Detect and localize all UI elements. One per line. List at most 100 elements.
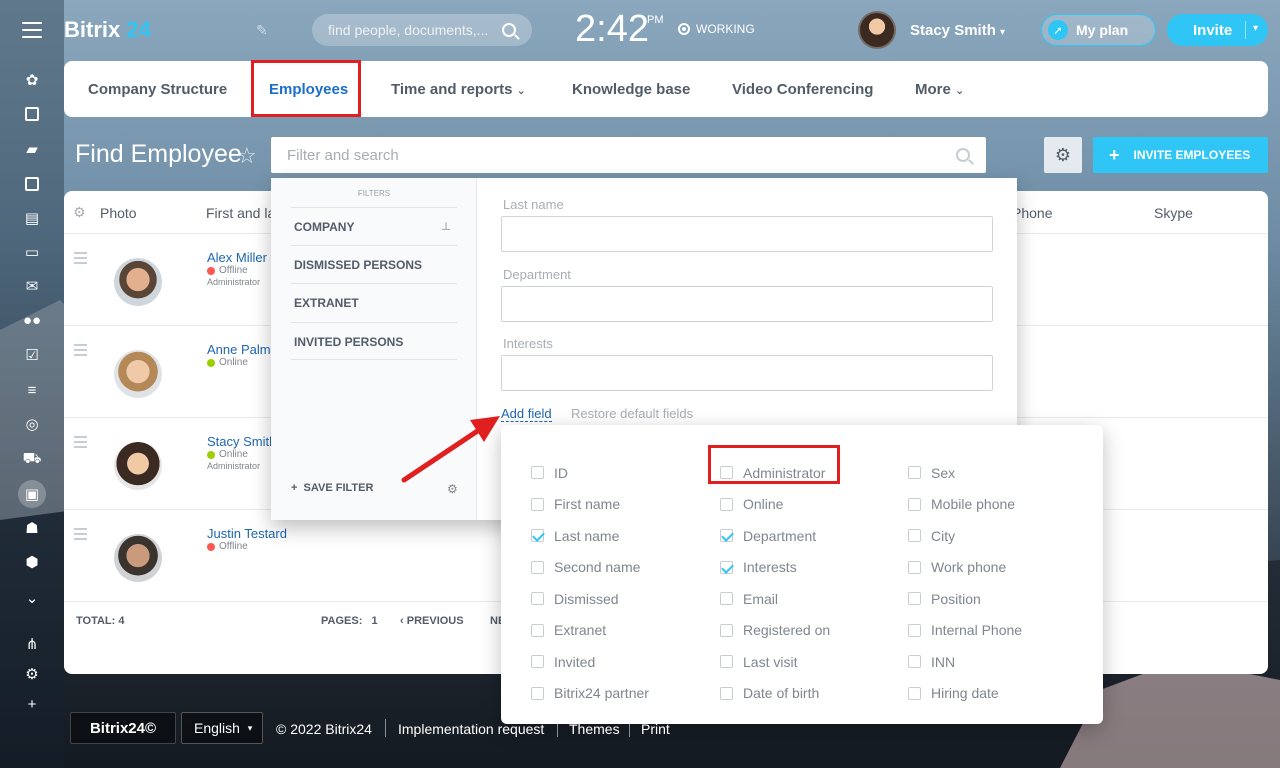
field-option-registered-on[interactable]: Registered on bbox=[720, 615, 830, 647]
tab-more[interactable]: More ⌄ bbox=[915, 81, 964, 98]
checkbox[interactable] bbox=[531, 623, 544, 637]
field-option-inn[interactable]: INN bbox=[908, 646, 1022, 678]
field-option-city[interactable]: City bbox=[908, 520, 1022, 552]
gear-icon[interactable]: ⚙ bbox=[73, 204, 86, 221]
tab-video-conferencing[interactable]: Video Conferencing bbox=[732, 81, 873, 98]
invite-button[interactable]: Invite ▾ bbox=[1167, 14, 1268, 46]
add-icon[interactable]: + bbox=[20, 692, 44, 716]
print-link[interactable]: Print bbox=[641, 721, 670, 737]
drag-handle-icon[interactable] bbox=[74, 252, 87, 267]
field-option-position[interactable]: Position bbox=[908, 583, 1022, 615]
search-icon[interactable] bbox=[502, 23, 516, 37]
filter-search[interactable] bbox=[271, 137, 986, 173]
tasks-icon[interactable] bbox=[20, 102, 44, 126]
checkbox[interactable] bbox=[720, 497, 733, 511]
employees-icon[interactable]: ●● bbox=[20, 308, 44, 332]
preset-dismissed[interactable]: DISMISSED PERSONS bbox=[291, 245, 457, 283]
field-option-last-name[interactable]: Last name bbox=[531, 520, 649, 552]
field-option-last-visit[interactable]: Last visit bbox=[720, 646, 830, 678]
interests-field[interactable] bbox=[501, 355, 993, 391]
save-filter-button[interactable]: + SAVE FILTER bbox=[291, 482, 373, 494]
drag-handle-icon[interactable] bbox=[74, 436, 87, 451]
user-avatar[interactable] bbox=[858, 11, 896, 49]
bitrix-logo[interactable]: Bitrix 24 bbox=[64, 17, 151, 43]
menu-icon[interactable] bbox=[22, 22, 42, 38]
field-option-first-name[interactable]: First name bbox=[531, 489, 649, 521]
field-option-internal-phone[interactable]: Internal Phone bbox=[908, 615, 1022, 647]
field-option-id[interactable]: ID bbox=[531, 457, 649, 489]
gear-icon[interactable]: ⚙ bbox=[447, 482, 458, 496]
field-option-bitrix24-partner[interactable]: Bitrix24 partner bbox=[531, 678, 649, 710]
field-option-dismissed[interactable]: Dismissed bbox=[531, 583, 649, 615]
drag-handle-icon[interactable] bbox=[74, 528, 87, 543]
employee-name[interactable]: Stacy Smith bbox=[207, 434, 276, 449]
employee-name[interactable]: Justin Testard bbox=[207, 526, 287, 541]
employee-name[interactable]: Anne Palme bbox=[207, 342, 278, 357]
sitemap-icon[interactable]: ⋔ bbox=[20, 632, 44, 656]
checkbox[interactable] bbox=[531, 560, 544, 574]
checkbox[interactable] bbox=[720, 560, 733, 574]
column-header[interactable]: Skype bbox=[1154, 205, 1193, 221]
checkbox[interactable] bbox=[908, 560, 921, 574]
chat-icon[interactable]: ▰ bbox=[20, 137, 44, 161]
column-header[interactable]: First and la bbox=[206, 205, 275, 221]
column-header[interactable]: Phone bbox=[1012, 205, 1052, 221]
preset-extranet[interactable]: EXTRANET bbox=[291, 283, 457, 321]
feed-icon[interactable]: ✿ bbox=[20, 68, 44, 92]
checkbox[interactable] bbox=[531, 466, 544, 480]
document-icon[interactable]: ▤ bbox=[20, 206, 44, 230]
checkbox[interactable] bbox=[720, 529, 733, 543]
field-option-date-of-birth[interactable]: Date of birth bbox=[720, 678, 830, 710]
more-chevron-icon[interactable]: ⌄ bbox=[20, 586, 44, 610]
star-icon[interactable]: ☆ bbox=[237, 143, 257, 169]
tab-company-structure[interactable]: Company Structure bbox=[88, 81, 227, 98]
field-option-second-name[interactable]: Second name bbox=[531, 552, 649, 584]
global-search-input[interactable] bbox=[328, 22, 496, 38]
checkbox[interactable] bbox=[531, 497, 544, 511]
field-option-extranet[interactable]: Extranet bbox=[531, 615, 649, 647]
search-icon[interactable] bbox=[956, 148, 970, 162]
checklist-icon[interactable]: ☑ bbox=[20, 343, 44, 367]
settings-icon[interactable]: ⚙ bbox=[20, 662, 44, 686]
field-option-department[interactable]: Department bbox=[720, 520, 830, 552]
user-menu[interactable]: Stacy Smith ▾ bbox=[910, 22, 1005, 39]
column-header[interactable]: Photo bbox=[100, 205, 137, 221]
my-plan-button[interactable]: ➚ My plan bbox=[1041, 14, 1156, 46]
checkbox[interactable] bbox=[531, 529, 544, 543]
field-option-hiring-date[interactable]: Hiring date bbox=[908, 678, 1022, 710]
box-icon[interactable]: ⬢ bbox=[20, 550, 44, 574]
contact-card-icon[interactable]: ▣ bbox=[18, 480, 46, 508]
cart-icon[interactable]: ⛟ bbox=[20, 447, 44, 471]
preset-invited[interactable]: INVITED PERSONS bbox=[291, 322, 457, 360]
global-search[interactable] bbox=[312, 14, 532, 46]
checkbox[interactable] bbox=[908, 623, 921, 637]
field-option-online[interactable]: Online bbox=[720, 489, 830, 521]
checkbox[interactable] bbox=[908, 655, 921, 669]
previous-page-button[interactable]: ‹ PREVIOUS bbox=[400, 615, 464, 627]
last-name-field[interactable] bbox=[501, 216, 993, 252]
drive-icon[interactable]: ▭ bbox=[20, 240, 44, 264]
restore-default-fields-link[interactable]: Restore default fields bbox=[571, 406, 693, 421]
calendar-icon[interactable] bbox=[20, 172, 44, 196]
preset-company[interactable]: COMPANY ⊥ bbox=[291, 207, 457, 245]
employee-name[interactable]: Alex Miller bbox=[207, 250, 267, 265]
implementation-request-link[interactable]: Implementation request bbox=[398, 721, 544, 737]
tab-time-and-reports[interactable]: Time and reports ⌄ bbox=[391, 81, 526, 98]
checkbox[interactable] bbox=[908, 592, 921, 606]
mail-icon[interactable]: ✉ bbox=[20, 274, 44, 298]
checkbox[interactable] bbox=[720, 623, 733, 637]
field-option-invited[interactable]: Invited bbox=[531, 646, 649, 678]
field-option-interests[interactable]: Interests bbox=[720, 552, 830, 584]
language-select[interactable]: English ▾ bbox=[181, 712, 263, 744]
work-status[interactable]: WORKING bbox=[678, 22, 755, 36]
chevron-down-icon[interactable]: ▾ bbox=[1253, 23, 1258, 34]
funnel-icon[interactable]: ≡ bbox=[20, 378, 44, 402]
robot-icon[interactable]: ☗ bbox=[20, 516, 44, 540]
checkbox[interactable] bbox=[720, 655, 733, 669]
field-option-mobile-phone[interactable]: Mobile phone bbox=[908, 489, 1022, 521]
add-field-link[interactable]: Add field bbox=[501, 406, 552, 422]
field-option-sex[interactable]: Sex bbox=[908, 457, 1022, 489]
checkbox[interactable] bbox=[531, 686, 544, 700]
invite-employees-button[interactable]: + INVITE EMPLOYEES bbox=[1093, 137, 1268, 173]
field-option-email[interactable]: Email bbox=[720, 583, 830, 615]
